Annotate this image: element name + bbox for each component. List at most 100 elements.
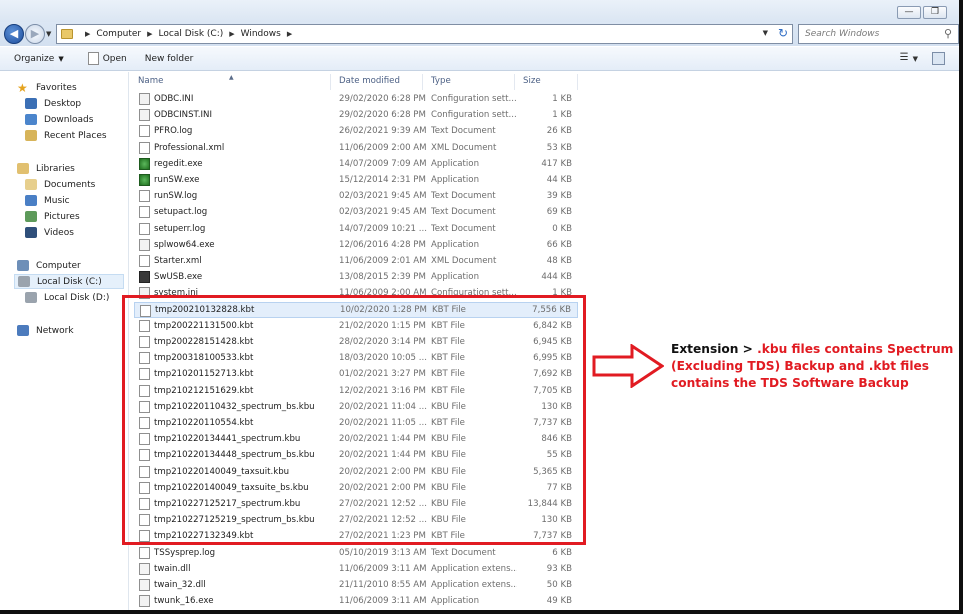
file-size: 39 KB	[546, 191, 572, 202]
organize-button[interactable]: Organize ▼	[14, 54, 64, 64]
file-row[interactable]: setupact.log 02/03/2021 9:45 AM Text Docum…	[134, 204, 578, 220]
nav-libraries[interactable]: Libraries	[17, 161, 75, 176]
breadcrumb-separator-icon[interactable]: ▶	[287, 30, 292, 38]
file-size: 50 KB	[546, 580, 572, 590]
search-input[interactable]: Search Windows ⚲	[798, 24, 959, 44]
preview-pane-icon[interactable]	[932, 52, 945, 65]
nav-item-label: Desktop	[44, 98, 82, 109]
file-row[interactable]: ODBCINST.INI 29/02/2020 6:28 PM Configurat…	[134, 107, 578, 123]
breadcrumb-windows[interactable]: Windows	[241, 29, 281, 39]
file-size: 1 KB	[552, 94, 572, 104]
file-date: 11/06/2009 3:11 AM	[339, 596, 427, 607]
file-row[interactable]: PFRO.log 26/02/2021 9:39 AM Text Document 2…	[134, 123, 578, 139]
breadcrumb-separator-icon[interactable]: ▶	[229, 30, 234, 38]
file-row[interactable]: twunk_16.exe 11/06/2009 3:11 AM Applicatio…	[134, 593, 578, 609]
drive-icon	[18, 276, 30, 287]
nav-item-music[interactable]: Music	[25, 193, 70, 208]
column-header-label: Type	[431, 76, 451, 86]
nav-item-downloads[interactable]: Downloads	[25, 112, 93, 127]
breadcrumb-local-disk[interactable]: Local Disk (C:)	[159, 29, 224, 39]
file-date: 21/11/2010 8:55 AM	[339, 580, 427, 590]
nav-item-videos[interactable]: Videos	[25, 225, 74, 240]
nav-item-label: Recent Places	[44, 130, 107, 141]
file-row[interactable]: SwUSB.exe 13/08/2015 2:39 PM Application 44…	[134, 269, 578, 285]
column-header-date[interactable]: Date modified	[331, 74, 423, 90]
file-date: 12/06/2016 4:28 PM	[339, 239, 426, 250]
file-size: 44 KB	[546, 175, 572, 185]
view-options-chevron-icon[interactable]: ▼	[913, 52, 918, 66]
nav-favorites[interactable]: ★ Favorites	[17, 80, 77, 95]
back-button[interactable]: ◀	[4, 24, 24, 44]
file-row[interactable]: setuperr.log 14/07/2009 10:21 ... Text Doc…	[134, 221, 578, 237]
file-row[interactable]: splwow64.exe 12/06/2016 4:28 PM Applicatio…	[134, 237, 578, 253]
open-label: Open	[102, 53, 127, 64]
nav-item-local-disk-c[interactable]: Local Disk (C:)	[14, 274, 124, 289]
organize-label: Organize	[14, 53, 55, 64]
nav-item-label: Local Disk (C:)	[37, 276, 102, 287]
nav-item-label: Downloads	[44, 114, 94, 125]
forward-button[interactable]: ▶	[25, 24, 45, 44]
file-size: 1 KB	[552, 110, 572, 121]
column-header-name[interactable]: Name ▲	[130, 74, 331, 90]
file-row[interactable]: ODBC.INI 29/02/2020 6:28 PM Configuration …	[134, 91, 578, 107]
nav-item-desktop[interactable]: Desktop	[25, 96, 81, 111]
nav-computer[interactable]: Computer	[17, 258, 81, 273]
file-icon	[139, 222, 150, 235]
folder-icon	[61, 29, 73, 39]
nav-item-recent-places[interactable]: Recent Places	[25, 128, 107, 143]
file-date: 13/08/2015 2:39 PM	[339, 272, 426, 283]
file-row[interactable]: runSW.exe 15/12/2014 2:31 PM Application 44…	[134, 172, 578, 188]
breadcrumb-computer[interactable]: Computer	[96, 29, 141, 39]
file-date: 26/02/2021 9:39 AM	[339, 126, 427, 137]
change-view-icon[interactable]: ☰	[900, 52, 909, 66]
minimize-button[interactable]: —	[897, 6, 921, 19]
file-type: Text Document	[431, 126, 496, 137]
new-folder-button[interactable]: New folder	[145, 54, 194, 64]
nav-item-pictures[interactable]: Pictures	[25, 209, 80, 224]
document-icon	[87, 52, 99, 65]
network-icon	[17, 325, 29, 336]
file-icon	[139, 93, 150, 105]
nav-network[interactable]: Network	[17, 323, 74, 338]
file-size: 49 KB	[546, 596, 572, 607]
file-row[interactable]: Professional.xml 11/06/2009 2:00 AM XML Do…	[134, 140, 578, 156]
file-size: 444 KB	[541, 272, 572, 283]
address-history-dropdown-icon[interactable]: ▼	[763, 29, 768, 37]
file-row[interactable]: twain_32.dll 21/11/2010 8:55 AM Applicatio…	[134, 577, 578, 593]
file-name: SwUSB.exe	[154, 272, 203, 283]
file-name: setuperr.log	[154, 223, 206, 234]
file-type: Configuration sett...	[431, 110, 517, 121]
file-type: Text Document	[431, 547, 496, 558]
file-date: 29/02/2020 6:28 PM	[339, 110, 426, 121]
column-header-size[interactable]: Size	[515, 74, 578, 90]
file-icon	[139, 190, 150, 203]
explorer-window: — ❐ ◀ ▶ ▼ ▶ Computer ▶ Local Disk (C:) ▶…	[0, 0, 963, 614]
file-type: Text Document	[431, 191, 496, 202]
open-button[interactable]: Open	[87, 52, 127, 65]
file-type: Application	[431, 272, 480, 283]
maximize-button[interactable]: ❐	[923, 6, 947, 19]
star-icon: ★	[17, 80, 28, 95]
file-size: 93 KB	[546, 563, 572, 574]
file-icon	[139, 157, 150, 170]
file-icon	[139, 238, 150, 251]
file-row[interactable]: twain.dll 11/06/2009 3:11 AM Application e…	[134, 561, 578, 577]
address-bar[interactable]: ▶ Computer ▶ Local Disk (C:) ▶ Windows ▶…	[56, 24, 793, 44]
file-size: 26 KB	[546, 126, 572, 137]
file-row[interactable]: TSSysprep.log 05/10/2019 3:13 AM Text Docu…	[134, 545, 578, 561]
file-row[interactable]: runSW.log 02/03/2021 9:45 AM Text Document…	[134, 188, 578, 204]
refresh-icon[interactable]: ↻	[778, 26, 788, 40]
nav-item-documents[interactable]: Documents	[25, 177, 95, 192]
file-name: regedit.exe	[154, 158, 203, 169]
search-placeholder: Search Windows	[805, 29, 880, 39]
column-header-label: Date modified	[339, 76, 400, 86]
file-date: 02/03/2021 9:45 AM	[339, 207, 427, 218]
file-row[interactable]: regedit.exe 14/07/2009 7:09 AM Application…	[134, 156, 578, 172]
file-icon	[139, 579, 150, 591]
file-row[interactable]: Starter.xml 11/06/2009 2:01 AM XML Documen…	[134, 253, 578, 269]
file-icon	[139, 255, 150, 267]
recent-pages-dropdown-icon[interactable]: ▼	[46, 30, 51, 38]
column-header-type[interactable]: Type	[423, 74, 515, 90]
breadcrumb-separator-icon[interactable]: ▶	[147, 30, 152, 38]
nav-item-local-disk-d[interactable]: Local Disk (D:)	[25, 290, 109, 305]
